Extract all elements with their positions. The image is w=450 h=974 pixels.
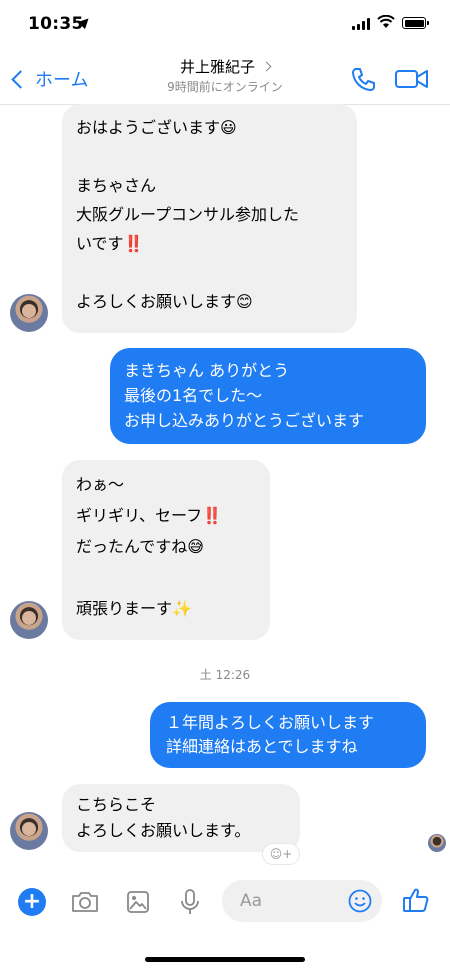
battery-icon [402, 17, 429, 29]
camera-icon[interactable] [70, 890, 100, 914]
home-indicator [145, 957, 305, 962]
message-input[interactable]: Aa [222, 880, 382, 922]
message-bubble-outgoing[interactable]: まきちゃん ありがとう 最後の1名でした〜 お申し込みありがとうございます [110, 348, 426, 444]
contact-name[interactable]: 井上雅紀子 [0, 56, 450, 77]
message-bubble-incoming[interactable]: わぁ〜 ギリギリ、セーフ‼️ だったんですね😅 頑張りまーす✨ [62, 460, 270, 640]
gallery-icon[interactable] [126, 890, 150, 914]
presence-status: 9時間前にオンライン [167, 80, 283, 94]
chevron-right-icon [261, 61, 272, 72]
message-bubble-incoming[interactable]: おはようございます😃 まちゃさん 大阪グループコンサル参加した いです‼️ よろ… [62, 104, 357, 333]
message-bubble-incoming[interactable]: こちらこそ よろしくお願いします。 [62, 784, 300, 852]
status-time: 10:35 [28, 14, 84, 34]
chat-header: ホーム 井上雅紀子 9時間前にオンライン [0, 44, 450, 105]
contact-avatar[interactable] [10, 812, 48, 850]
status-bar: 10:35 [0, 0, 450, 44]
emoji-icon[interactable] [348, 889, 372, 913]
cellular-signal-icon [352, 18, 372, 30]
message-input-placeholder: Aa [240, 891, 263, 911]
plus-button[interactable]: + [18, 888, 46, 916]
thumbs-up-icon[interactable] [402, 886, 430, 914]
read-receipt-avatar [428, 834, 446, 852]
contact-avatar[interactable] [10, 601, 48, 639]
phone-call-icon[interactable] [350, 66, 376, 92]
message-timestamp: 土 12:26 [199, 668, 251, 682]
contact-avatar[interactable] [10, 294, 48, 332]
add-reaction-button[interactable]: ☺+ [262, 843, 300, 865]
video-call-icon[interactable] [395, 69, 429, 89]
composer-toolbar: + Aa [0, 868, 450, 938]
message-bubble-outgoing[interactable]: １年間よろしくお願いします 詳細連絡はあとでしますね [150, 702, 426, 768]
contact-name-label: 井上雅紀子 [179, 58, 255, 76]
wifi-icon [377, 15, 395, 28]
microphone-icon[interactable] [180, 888, 200, 916]
